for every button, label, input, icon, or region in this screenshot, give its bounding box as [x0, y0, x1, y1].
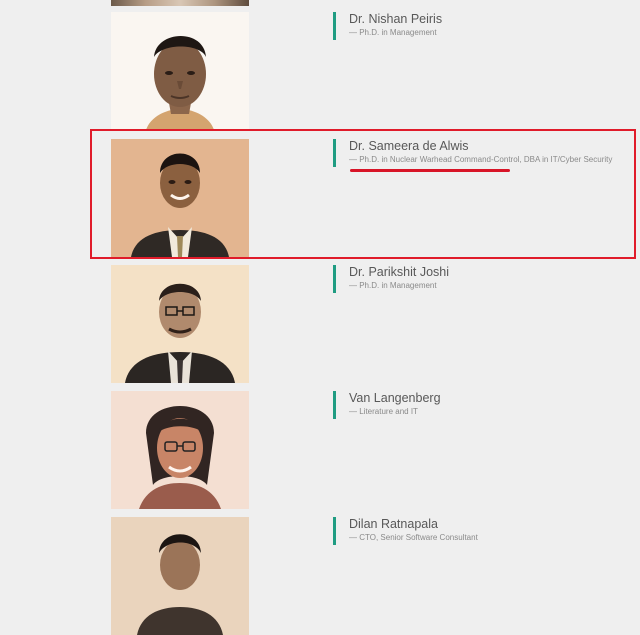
previous-profile-photo-edge [111, 0, 249, 6]
profile-info: Dilan Ratnapala — CTO, Senior Software C… [333, 517, 478, 545]
profile-title: — Literature and IT [349, 407, 418, 416]
profile-title: — Ph.D. in Nuclear Warhead Command-Contr… [349, 155, 613, 164]
profile-card: Dr. Sameera de Alwis — Ph.D. in Nuclear … [0, 139, 640, 257]
profile-photo [111, 12, 249, 130]
profile-info: Dr. Nishan Peiris — Ph.D. in Management [333, 12, 442, 40]
portrait-parikshit-joshi [111, 265, 249, 383]
profile-card: Dr. Parikshit Joshi — Ph.D. in Managemen… [0, 265, 640, 383]
profile-name[interactable]: Dr. Parikshit Joshi [349, 265, 449, 279]
profile-title: — Ph.D. in Management [349, 281, 437, 290]
portrait-sameera-de-alwis [111, 139, 249, 257]
portrait-van-langenberg [111, 391, 249, 509]
profile-name[interactable]: Dr. Sameera de Alwis [349, 139, 612, 153]
profile-info: Dr. Sameera de Alwis — Ph.D. in Nuclear … [333, 139, 612, 167]
profile-photo [111, 517, 249, 635]
profile-name[interactable]: Dr. Nishan Peiris [349, 12, 442, 26]
profile-card: Van Langenberg — Literature and IT [0, 391, 640, 509]
profile-name[interactable]: Dilan Ratnapala [349, 517, 478, 531]
profile-photo [111, 265, 249, 383]
profile-title: — CTO, Senior Software Consultant [349, 533, 478, 542]
profile-title: — Ph.D. in Management [349, 28, 437, 37]
portrait-nishan-peiris [111, 12, 249, 130]
portrait-dilan-ratnapala [111, 517, 249, 635]
profile-card: Dilan Ratnapala — CTO, Senior Software C… [0, 517, 640, 635]
profile-photo [111, 139, 249, 257]
profile-info: Dr. Parikshit Joshi — Ph.D. in Managemen… [333, 265, 449, 293]
profile-photo [111, 391, 249, 509]
profile-card: Dr. Nishan Peiris — Ph.D. in Management [0, 12, 640, 130]
profile-info: Van Langenberg — Literature and IT [333, 391, 441, 419]
profile-name[interactable]: Van Langenberg [349, 391, 441, 405]
